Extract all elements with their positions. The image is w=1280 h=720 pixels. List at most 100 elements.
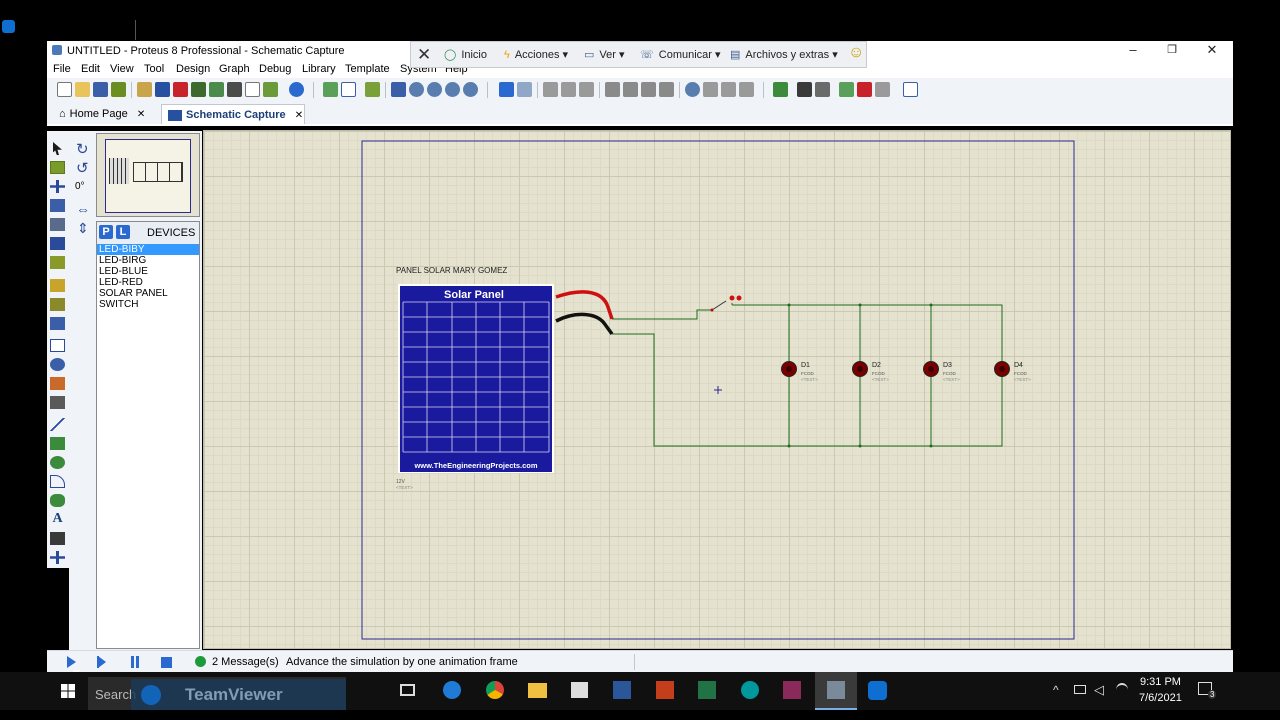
led-d2[interactable]: D2 FCOD <TEXT> — [852, 361, 890, 383]
block-copy-icon[interactable] — [605, 82, 620, 97]
library-manager-button[interactable]: L — [116, 225, 130, 239]
pick-device-icon[interactable] — [685, 82, 700, 97]
component-mode-icon[interactable] — [50, 161, 65, 174]
box-tool-icon[interactable] — [50, 437, 65, 450]
close-button[interactable]: ✕ — [1192, 41, 1232, 61]
step-icon[interactable] — [98, 656, 106, 668]
mirror-x-icon[interactable]: ⇔ — [76, 201, 90, 217]
menu-debug[interactable]: Debug — [259, 63, 291, 75]
overview-window[interactable] — [96, 133, 200, 217]
clock-date[interactable]: 7/6/2021 — [1139, 692, 1182, 704]
save-icon[interactable] — [93, 82, 108, 97]
switch-component[interactable] — [710, 295, 742, 312]
stop-icon[interactable] — [161, 657, 172, 668]
wifi-icon[interactable] — [1116, 683, 1128, 697]
source-icon[interactable] — [245, 82, 260, 97]
tab-home-page[interactable]: ⌂ Home Page ✕ — [59, 104, 151, 124]
3d-icon[interactable] — [209, 82, 224, 97]
netlist-icon[interactable] — [903, 82, 918, 97]
tab-close-icon[interactable]: ✕ — [295, 110, 303, 121]
graph-mode-icon[interactable] — [50, 317, 65, 330]
open-folder-icon[interactable] — [75, 82, 90, 97]
tv-ver[interactable]: ▭ Ver ▾ — [584, 48, 625, 61]
paste-icon[interactable] — [579, 82, 594, 97]
list-item[interactable]: SWITCH — [97, 299, 199, 310]
home-icon[interactable] — [137, 82, 152, 97]
menu-graph[interactable]: Graph — [219, 63, 250, 75]
pan-icon[interactable] — [391, 82, 406, 97]
selection-mode-icon[interactable] — [53, 142, 62, 155]
store-icon[interactable] — [571, 682, 588, 698]
rotation-value[interactable]: 0° — [75, 181, 85, 192]
zoom-all-icon[interactable] — [445, 82, 460, 97]
new-file-icon[interactable] — [57, 82, 72, 97]
marker-tool-icon[interactable] — [50, 551, 65, 564]
terminals-mode-icon[interactable] — [50, 279, 65, 292]
winrar-icon[interactable] — [783, 681, 801, 699]
block-delete-icon[interactable] — [659, 82, 674, 97]
menu-template[interactable]: Template — [345, 63, 390, 75]
pcb-icon[interactable] — [173, 82, 188, 97]
menu-edit[interactable]: Edit — [81, 63, 100, 75]
origin-icon[interactable] — [365, 82, 380, 97]
schematic-icon[interactable] — [155, 82, 170, 97]
path-tool-icon[interactable] — [50, 494, 65, 507]
tape-recorder-mode-icon[interactable] — [50, 339, 65, 352]
redo-icon[interactable] — [517, 82, 532, 97]
solar-panel-component[interactable]: Solar Panel www.TheEngineeringProjects.c… — [398, 284, 554, 473]
volume-icon[interactable]: ◁ — [1094, 682, 1104, 698]
wire-autorouter-icon[interactable] — [773, 82, 788, 97]
circle-tool-icon[interactable] — [50, 456, 65, 469]
arc-tool-icon[interactable] — [50, 475, 65, 488]
symbol-tool-icon[interactable] — [50, 532, 65, 545]
play-icon[interactable] — [67, 656, 76, 668]
property-tool-icon[interactable] — [815, 82, 830, 97]
teamviewer-taskbar-icon[interactable] — [868, 681, 887, 700]
tv-inicio[interactable]: ◯ Inicio — [444, 48, 487, 61]
zoom-out-icon[interactable] — [427, 82, 442, 97]
zoom-area-icon[interactable] — [463, 82, 478, 97]
search-box[interactable]: Search TeamViewer — [88, 677, 346, 710]
list-item[interactable]: SOLAR PANEL — [97, 288, 199, 299]
wire-label-mode-icon[interactable] — [50, 199, 65, 212]
network-tray-icon[interactable] — [1074, 685, 1086, 694]
file-explorer-icon[interactable] — [528, 683, 547, 698]
gerber-icon[interactable] — [191, 82, 206, 97]
refresh-icon[interactable] — [323, 82, 338, 97]
list-item[interactable]: LED-BLUE — [97, 266, 199, 277]
chrome-icon[interactable] — [486, 681, 504, 699]
message-count[interactable]: 2 Message(s) — [212, 656, 279, 668]
edge-icon[interactable] — [443, 681, 461, 699]
clock-time[interactable]: 9:31 PM — [1140, 676, 1181, 688]
subcircuit-mode-icon[interactable] — [50, 256, 65, 269]
restore-button[interactable]: ❐ — [1152, 41, 1192, 61]
help-icon[interactable] — [289, 82, 304, 97]
packaging-icon[interactable] — [721, 82, 736, 97]
search-tag-icon[interactable] — [797, 82, 812, 97]
block-move-icon[interactable] — [623, 82, 638, 97]
rotate-ccw-icon[interactable]: ↺ — [76, 159, 89, 177]
smiley-icon[interactable]: ☺ — [848, 44, 864, 62]
menu-tool[interactable]: Tool — [144, 63, 164, 75]
pick-devices-button[interactable]: P — [99, 225, 113, 239]
led-d3[interactable]: D3 FCOD <TEXT> — [923, 361, 961, 383]
tv-acciones[interactable]: ϟ Acciones ▾ — [504, 48, 568, 61]
message-status-icon[interactable] — [195, 656, 206, 667]
led-d1[interactable]: D1 FCOD <TEXT> — [781, 361, 819, 383]
task-view-icon[interactable] — [400, 684, 415, 696]
cut-icon[interactable] — [543, 82, 558, 97]
menu-library[interactable]: Library — [302, 63, 336, 75]
undo-icon[interactable] — [499, 82, 514, 97]
copy-icon[interactable] — [561, 82, 576, 97]
bom-icon[interactable] — [227, 82, 242, 97]
led-d4[interactable]: D4 FCOD <TEXT> — [994, 361, 1032, 383]
voltage-probe-icon[interactable] — [50, 377, 65, 390]
device-pins-mode-icon[interactable] — [50, 298, 65, 311]
make-device-icon[interactable] — [703, 82, 718, 97]
debug-icon[interactable] — [263, 82, 278, 97]
powerpoint-icon[interactable] — [656, 681, 674, 699]
exit-parent-icon[interactable] — [875, 82, 890, 97]
mirror-y-icon[interactable]: ⇕ — [77, 220, 89, 237]
generator-mode-icon[interactable] — [50, 358, 65, 371]
list-item[interactable]: LED-RED — [97, 277, 199, 288]
